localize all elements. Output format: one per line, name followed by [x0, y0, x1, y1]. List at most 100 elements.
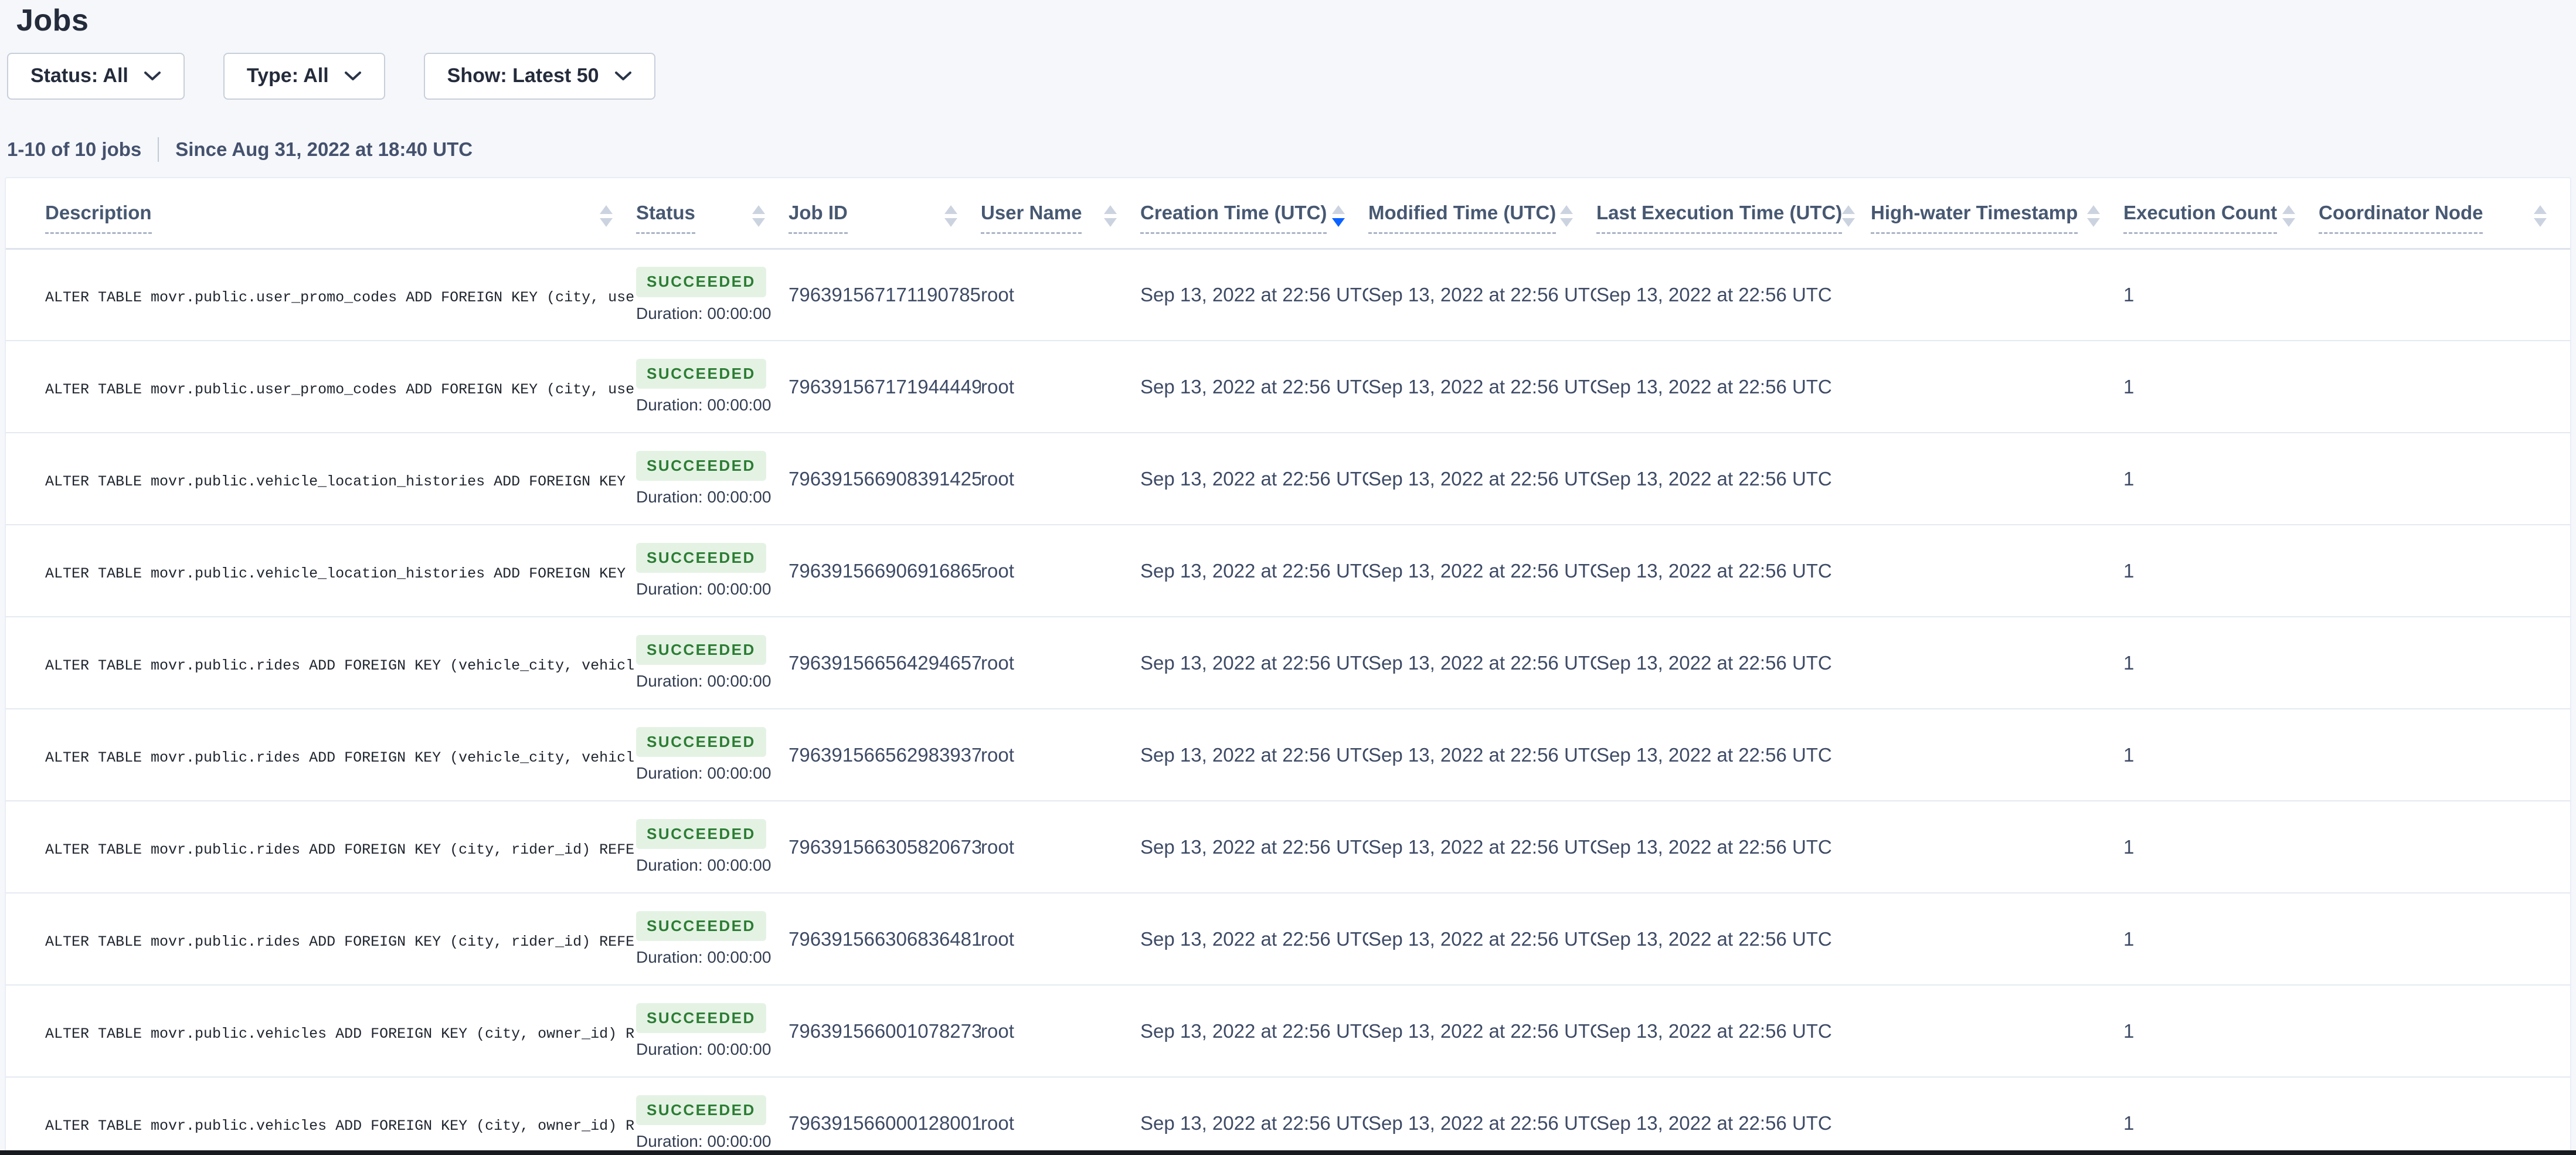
job-description[interactable]: ALTER TABLE movr.public.user_promo_codes… — [45, 289, 634, 306]
sort-asc-icon — [1842, 205, 1855, 214]
sort-asc-icon — [944, 205, 957, 214]
column-header-label[interactable]: Coordinator Node — [2319, 202, 2483, 234]
sort-asc-icon — [2282, 205, 2295, 214]
column-header[interactable]: Coordinator Node — [2319, 178, 2570, 249]
column-header-label[interactable]: Status — [636, 202, 695, 234]
sort-arrows-icon[interactable] — [752, 205, 765, 227]
job-status-cell: SUCCEEDED Duration: 00:00:00 — [636, 1077, 789, 1155]
job-description[interactable]: ALTER TABLE movr.public.vehicle_location… — [45, 565, 626, 582]
column-header[interactable]: Last Execution Time (UTC) — [1596, 178, 1871, 249]
execution-count: 1 — [2123, 249, 2319, 341]
sort-arrows-icon[interactable] — [1560, 205, 1573, 227]
sort-arrows-icon[interactable] — [1842, 205, 1855, 227]
table-row: ALTER TABLE movr.public.vehicle_location… — [6, 525, 2570, 617]
sort-arrows-icon[interactable] — [600, 205, 613, 227]
last-execution-time: Sep 13, 2022 at 22:56 UTC — [1596, 709, 1871, 801]
sort-desc-icon — [600, 218, 613, 227]
job-description[interactable]: ALTER TABLE movr.public.user_promo_codes… — [45, 381, 634, 398]
column-header[interactable]: Job ID — [789, 178, 981, 249]
user-name: root — [981, 893, 1140, 985]
column-header-label[interactable]: Creation Time (UTC) — [1140, 202, 1327, 234]
column-header-label[interactable]: Execution Count — [2123, 202, 2277, 234]
last-execution-time: Sep 13, 2022 at 22:56 UTC — [1596, 801, 1871, 893]
job-description-cell: ALTER TABLE movr.public.vehicles ADD FOR… — [6, 1077, 636, 1155]
modified-time: Sep 13, 2022 at 22:56 UTC — [1368, 801, 1596, 893]
job-status-cell: SUCCEEDED Duration: 00:00:00 — [636, 525, 789, 617]
job-description-cell: ALTER TABLE movr.public.user_promo_codes… — [6, 249, 636, 341]
high-water-timestamp — [1871, 1077, 2123, 1155]
creation-time: Sep 13, 2022 at 22:56 UTC — [1140, 985, 1368, 1077]
execution-count: 1 — [2123, 893, 2319, 985]
high-water-timestamp — [1871, 341, 2123, 433]
coordinator-node — [2319, 801, 2570, 893]
filter-bar: Status: All Type: All Show: Latest 50 — [7, 53, 2571, 100]
job-status-cell: SUCCEEDED Duration: 00:00:00 — [636, 249, 789, 341]
type-filter-label: Type: All — [247, 64, 329, 87]
coordinator-node — [2319, 341, 2570, 433]
sort-asc-icon — [600, 205, 613, 214]
job-id: 796391566906916865 — [789, 525, 981, 617]
chevron-down-icon — [144, 71, 161, 81]
job-description[interactable]: ALTER TABLE movr.public.rides ADD FOREIG… — [45, 749, 634, 766]
sort-arrows-icon[interactable] — [2534, 205, 2547, 227]
sort-arrows-icon[interactable] — [2087, 205, 2100, 227]
job-description[interactable]: ALTER TABLE movr.public.rides ADD FOREIG… — [45, 933, 634, 950]
window-bottom-edge — [0, 1150, 2576, 1155]
sort-arrows-icon[interactable] — [1104, 205, 1117, 227]
column-header[interactable]: Modified Time (UTC) — [1368, 178, 1596, 249]
job-id: 796391566908391425 — [789, 433, 981, 525]
status-badge: SUCCEEDED — [636, 543, 766, 573]
job-description[interactable]: ALTER TABLE movr.public.vehicles ADD FOR… — [45, 1117, 634, 1134]
sort-desc-icon — [2282, 218, 2295, 227]
job-description[interactable]: ALTER TABLE movr.public.rides ADD FOREIG… — [45, 841, 634, 858]
last-execution-time: Sep 13, 2022 at 22:56 UTC — [1596, 433, 1871, 525]
job-id: 796391566306836481 — [789, 893, 981, 985]
modified-time: Sep 13, 2022 at 22:56 UTC — [1368, 249, 1596, 341]
sort-arrows-icon[interactable] — [2282, 205, 2295, 227]
job-description[interactable]: ALTER TABLE movr.public.rides ADD FOREIG… — [45, 657, 634, 674]
sort-desc-icon — [1332, 218, 1345, 227]
sort-desc-icon — [1842, 218, 1855, 227]
job-status-cell: SUCCEEDED Duration: 00:00:00 — [636, 341, 789, 433]
modified-time: Sep 13, 2022 at 22:56 UTC — [1368, 893, 1596, 985]
jobs-page: Jobs Status: All Type: All Show: Latest … — [0, 0, 2576, 1155]
table-row: ALTER TABLE movr.public.vehicle_location… — [6, 433, 2570, 525]
column-header-label[interactable]: User Name — [981, 202, 1082, 234]
job-description[interactable]: ALTER TABLE movr.public.vehicles ADD FOR… — [45, 1025, 634, 1042]
column-header-label[interactable]: Description — [45, 202, 152, 234]
creation-time: Sep 13, 2022 at 22:56 UTC — [1140, 801, 1368, 893]
column-header-label[interactable]: Modified Time (UTC) — [1368, 202, 1556, 234]
column-header[interactable]: Execution Count — [2123, 178, 2319, 249]
modified-time: Sep 13, 2022 at 22:56 UTC — [1368, 525, 1596, 617]
show-latest-filter-dropdown[interactable]: Show: Latest 50 — [424, 53, 655, 100]
job-duration: Duration: 00:00:00 — [636, 764, 771, 783]
last-execution-time: Sep 13, 2022 at 22:56 UTC — [1596, 525, 1871, 617]
type-filter-dropdown[interactable]: Type: All — [223, 53, 385, 100]
job-description-cell: ALTER TABLE movr.public.rides ADD FOREIG… — [6, 709, 636, 801]
sort-arrows-icon[interactable] — [1332, 205, 1345, 227]
coordinator-node — [2319, 893, 2570, 985]
column-header[interactable]: High-water Timestamp — [1871, 178, 2123, 249]
column-header-label[interactable]: Job ID — [789, 202, 848, 234]
column-header[interactable]: User Name — [981, 178, 1140, 249]
status-badge: SUCCEEDED — [636, 635, 766, 665]
sort-desc-icon — [2534, 218, 2547, 227]
column-header[interactable]: Description — [6, 178, 636, 249]
creation-time: Sep 13, 2022 at 22:56 UTC — [1140, 709, 1368, 801]
chevron-down-icon — [344, 71, 362, 81]
column-header[interactable]: Creation Time (UTC) — [1140, 178, 1368, 249]
job-status-cell: SUCCEEDED Duration: 00:00:00 — [636, 801, 789, 893]
user-name: root — [981, 1077, 1140, 1155]
column-header-label[interactable]: High-water Timestamp — [1871, 202, 2078, 234]
column-header-label[interactable]: Last Execution Time (UTC) — [1596, 202, 1842, 234]
page-title: Jobs — [16, 4, 2571, 39]
status-badge: SUCCEEDED — [636, 359, 766, 389]
job-description[interactable]: ALTER TABLE movr.public.vehicle_location… — [45, 473, 626, 490]
execution-count: 1 — [2123, 617, 2319, 709]
user-name: root — [981, 341, 1140, 433]
creation-time: Sep 13, 2022 at 22:56 UTC — [1140, 1077, 1368, 1155]
high-water-timestamp — [1871, 617, 2123, 709]
status-filter-dropdown[interactable]: Status: All — [7, 53, 185, 100]
column-header[interactable]: Status — [636, 178, 789, 249]
sort-arrows-icon[interactable] — [944, 205, 957, 227]
